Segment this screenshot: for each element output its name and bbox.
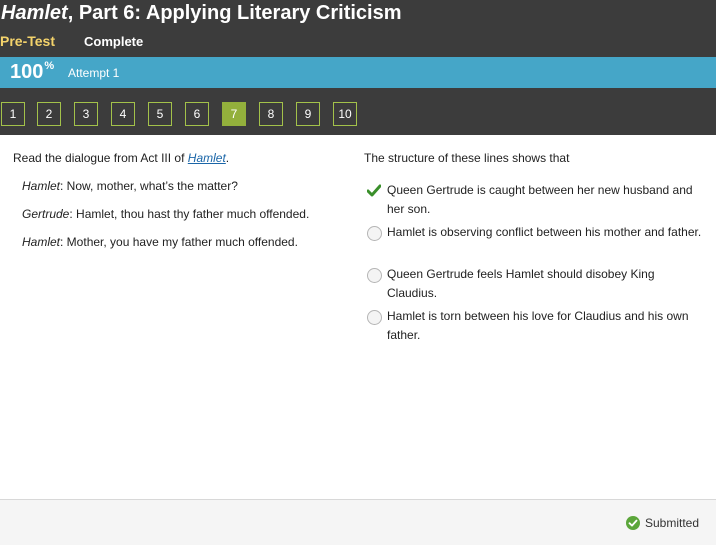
- attempt-label: Attempt 1: [68, 66, 120, 80]
- question-button-4[interactable]: 4: [111, 102, 135, 126]
- dialogue-line: Hamlet: Mother, you have my father much …: [22, 235, 298, 249]
- title-rest: , Part 6: Applying Literary Criticism: [67, 2, 402, 24]
- pretest-label: Pre-Test: [0, 33, 55, 49]
- dialogue-speaker: Hamlet: [22, 179, 61, 193]
- dialogue-line: Hamlet: Now, mother, what’s the matter?: [22, 179, 238, 193]
- dialogue-line: Gertrude: Hamlet, thou hast thy father m…: [22, 207, 309, 221]
- passage-lead-text: Read the dialogue from Act III of: [13, 151, 188, 165]
- dialogue-speaker: Hamlet: [22, 235, 61, 249]
- question-button-6[interactable]: 6: [185, 102, 209, 126]
- question-button-5[interactable]: 5: [148, 102, 172, 126]
- title-italic: Hamlet: [1, 2, 68, 24]
- footer-bar: Submitted: [0, 500, 716, 545]
- answer-option-text: Queen Gertrude feels Hamlet should disob…: [387, 267, 655, 300]
- dialogue-text: : Mother, you have my father much offend…: [60, 235, 298, 249]
- passage-lead-end: .: [225, 151, 230, 165]
- question-stem: The structure of these lines shows that: [364, 151, 570, 165]
- answer-option-text: Hamlet is torn between his love for Clau…: [387, 309, 689, 342]
- progress-percent-sign: %: [44, 60, 55, 72]
- radio-button[interactable]: [367, 268, 382, 283]
- page-title: Hamlet, Part 6: Applying Literary Critic…: [1, 2, 402, 25]
- question-button-7[interactable]: 7: [222, 102, 246, 126]
- submitted-check-icon: [625, 515, 640, 530]
- answer-option-1[interactable]: Queen Gertrude is caught between her new…: [364, 181, 704, 219]
- radio-button[interactable]: [367, 226, 382, 241]
- answer-option-text: Queen Gertrude is caught between her new…: [387, 183, 693, 216]
- submitted-status: Submitted: [625, 515, 699, 531]
- passage-intro: Read the dialogue from Act III of Hamlet…: [13, 151, 229, 165]
- checkmark-icon: [366, 184, 382, 197]
- header-bar: Hamlet, Part 6: Applying Literary Critic…: [0, 0, 716, 135]
- question-button-8[interactable]: 8: [259, 102, 283, 126]
- question-button-9[interactable]: 9: [296, 102, 320, 126]
- question-button-3[interactable]: 3: [74, 102, 98, 126]
- answer-option-2[interactable]: Hamlet is observing conflict between his…: [364, 223, 704, 242]
- progress-percent: 100%: [10, 60, 55, 84]
- question-button-2[interactable]: 2: [37, 102, 61, 126]
- answer-option-4[interactable]: Hamlet is torn between his love for Clau…: [364, 307, 704, 345]
- dialogue-text: : Now, mother, what’s the matter?: [60, 179, 238, 193]
- hamlet-link[interactable]: Hamlet: [188, 151, 226, 165]
- answer-option-3[interactable]: Queen Gertrude feels Hamlet should disob…: [364, 265, 704, 303]
- progress-bar: 100% Attempt 1: [0, 57, 716, 88]
- dialogue-speaker: Gertrude: [22, 207, 70, 221]
- progress-percent-value: 100: [10, 61, 44, 83]
- status-label: Complete: [84, 34, 144, 49]
- question-button-10[interactable]: 10: [333, 102, 357, 126]
- question-button-1[interactable]: 1: [1, 102, 25, 126]
- submitted-label: Submitted: [644, 516, 699, 530]
- radio-button[interactable]: [367, 310, 382, 325]
- answer-option-text: Hamlet is observing conflict between his…: [387, 225, 702, 239]
- dialogue-text: : Hamlet, thou hast thy father much offe…: [69, 207, 310, 221]
